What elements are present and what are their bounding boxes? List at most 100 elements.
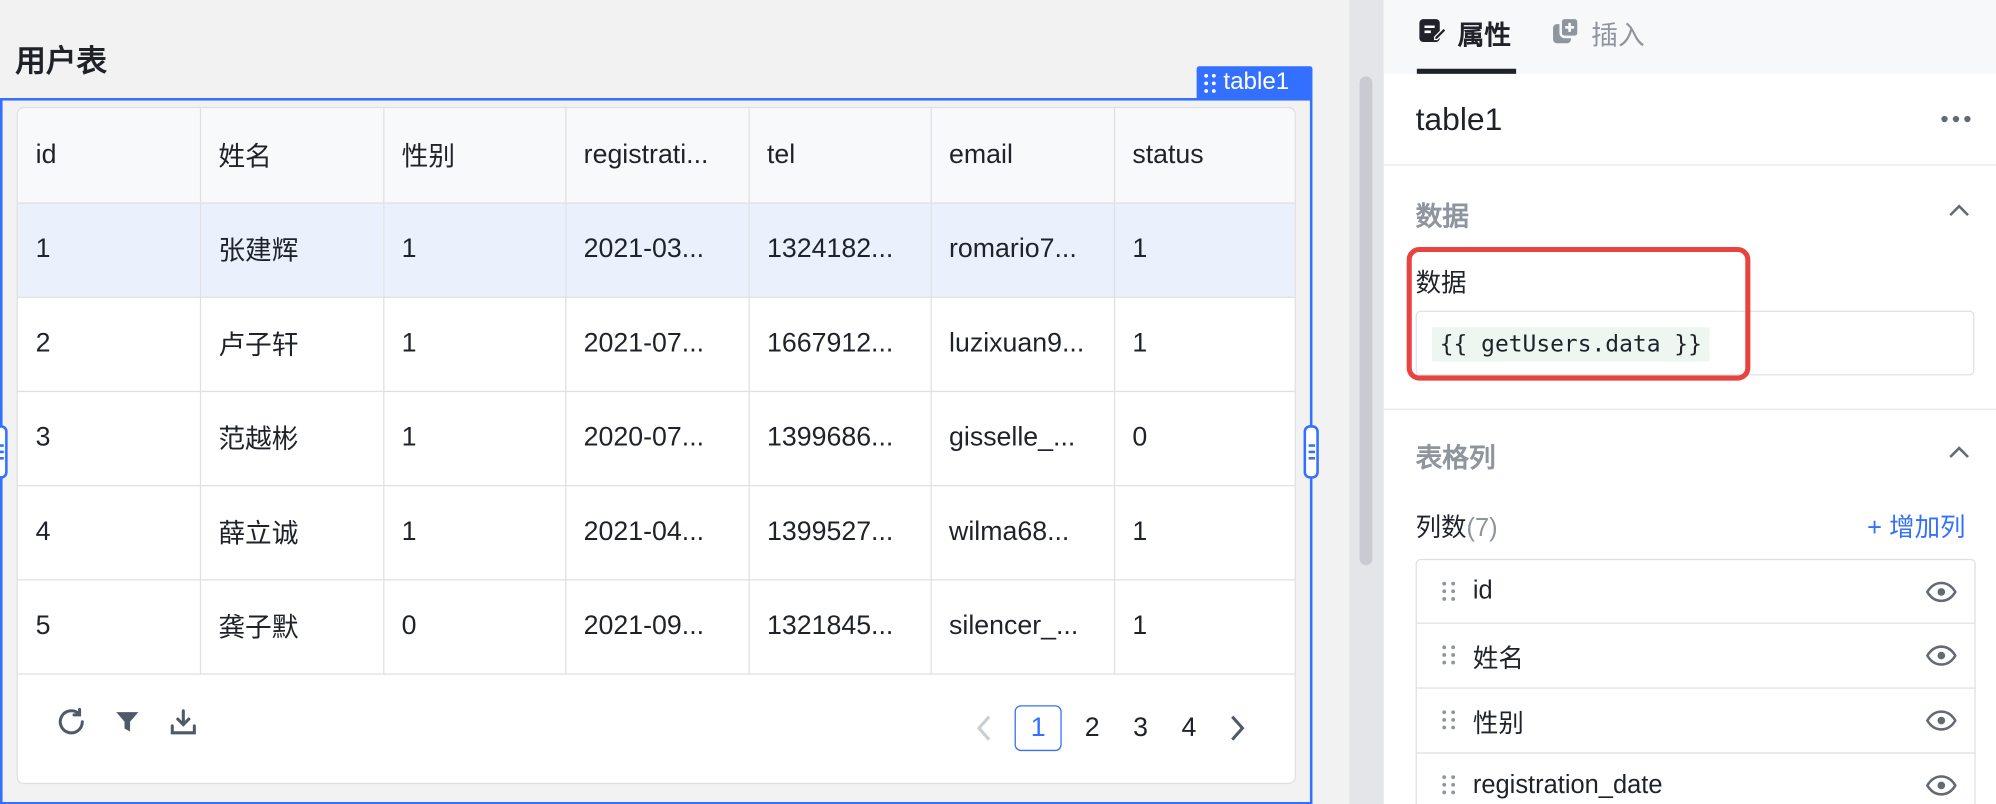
table-cell: 1667912... [748, 296, 932, 392]
panel-tabs: 属性 插入 [1383, 0, 1996, 74]
table-cell: 1 [383, 390, 566, 486]
component-name[interactable]: table1 [1416, 102, 1503, 139]
page-title: 用户表 [15, 44, 107, 79]
refresh-icon[interactable] [55, 705, 88, 738]
table-row[interactable]: 2 卢子轩 1 2021-07... 1667912... luzixuan9.… [17, 296, 1295, 392]
column-item-label: 性别 [1472, 709, 1524, 738]
canvas-scrollbar-thumb[interactable] [1359, 76, 1373, 566]
table-cell: 2021-04... [565, 485, 750, 580]
table-cell: 1 [17, 202, 201, 298]
table-cell: 1399686... [748, 390, 932, 486]
component-header: table1 [1383, 74, 1996, 166]
table-cell: silencer_... [930, 579, 1115, 675]
table-cell: 1399527... [748, 485, 932, 580]
page-button-current[interactable]: 1 [1014, 705, 1062, 752]
column-list: id 姓名 性别 registration_date [1415, 558, 1976, 804]
eye-icon[interactable] [1926, 709, 1957, 732]
table-cell: 1 [383, 202, 566, 298]
column-header[interactable]: email [930, 108, 1115, 204]
table-cell: gisselle_... [930, 390, 1115, 486]
table-cell: 0 [383, 579, 566, 675]
section-title-columns[interactable]: 表格列 [1416, 438, 1496, 476]
page-button[interactable]: 4 [1171, 705, 1207, 751]
pagination: 1 2 3 4 [966, 705, 1256, 752]
drag-handle-icon[interactable] [1442, 710, 1456, 730]
table-cell: 2021-09... [565, 579, 750, 675]
column-item[interactable]: id [1415, 558, 1976, 624]
column-item-label: 姓名 [1472, 644, 1524, 673]
column-header[interactable]: status [1113, 108, 1295, 204]
table-cell: 3 [17, 390, 201, 486]
column-header[interactable]: id [17, 108, 201, 204]
table-cell: 0 [1113, 390, 1295, 486]
table-row[interactable]: 3 范越彬 1 2020-07... 1399686... gisselle_.… [17, 390, 1295, 486]
table-cell: 1 [383, 485, 566, 580]
table-cell: 1324182... [748, 202, 932, 298]
table-row[interactable]: 5 龚子默 0 2021-09... 1321845... silencer_.… [17, 579, 1295, 675]
chevron-up-icon[interactable] [1948, 442, 1971, 465]
table-footer: 1 2 3 4 [18, 672, 1295, 783]
column-item[interactable]: registration_date [1415, 753, 1976, 804]
resize-handle-right[interactable] [1303, 425, 1319, 479]
selection-tag[interactable]: table1 [1196, 66, 1313, 100]
column-count: (7) [1466, 514, 1498, 543]
column-header[interactable]: 性别 [383, 108, 566, 204]
tab-label: 属性 [1457, 21, 1512, 51]
canvas-area: 用户表 table1 id 姓名 性别 registrati... tel em… [0, 0, 1350, 804]
eye-icon[interactable] [1926, 580, 1957, 603]
table-cell: 龚子默 [199, 579, 384, 675]
page-button[interactable]: 3 [1123, 705, 1159, 751]
table-cell: 张建辉 [199, 202, 384, 298]
eye-icon[interactable] [1926, 644, 1957, 667]
table-cell: 5 [17, 579, 201, 675]
table-row[interactable]: 1 张建辉 1 2021-03... 1324182... romario7..… [17, 202, 1295, 298]
filter-icon[interactable] [111, 705, 144, 738]
table-cell: 1 [1113, 579, 1295, 675]
table-cell: 1 [1113, 485, 1295, 580]
drag-grip-icon[interactable] [1204, 73, 1216, 93]
tab-insert[interactable]: 插入 [1551, 15, 1645, 53]
table-cell: 薛立诚 [199, 485, 384, 580]
download-icon[interactable] [167, 705, 200, 738]
eye-icon[interactable] [1926, 774, 1957, 797]
column-header[interactable]: tel [748, 108, 932, 204]
column-item[interactable]: 性别 [1415, 688, 1976, 754]
table-cell: 1321845... [748, 579, 932, 675]
prev-page-icon[interactable] [966, 705, 1002, 751]
page-button[interactable]: 2 [1074, 705, 1110, 751]
table-row[interactable]: 4 薛立诚 1 2021-04... 1399527... wilma68...… [17, 485, 1295, 580]
table-cell: 2020-07... [565, 390, 750, 486]
section-title-data[interactable]: 数据 [1416, 196, 1469, 234]
data-table[interactable]: id 姓名 性别 registrati... tel email status … [16, 106, 1296, 785]
tab-properties[interactable]: 属性 [1417, 15, 1511, 53]
table-cell: 卢子轩 [199, 296, 384, 392]
next-page-icon[interactable] [1220, 705, 1256, 751]
selection-tag-label: table1 [1223, 68, 1290, 96]
insert-icon [1551, 15, 1582, 53]
column-item-label: id [1472, 576, 1493, 605]
column-item-label: registration_date [1472, 770, 1663, 799]
drag-handle-icon[interactable] [1442, 645, 1456, 665]
chevron-up-icon[interactable] [1948, 200, 1971, 223]
resize-handle-left[interactable] [0, 425, 8, 479]
drag-handle-icon[interactable] [1442, 581, 1456, 601]
table-cell: 1 [1113, 202, 1295, 298]
table-cell: 1 [1113, 296, 1295, 392]
table-cell: 2021-03... [565, 202, 750, 298]
property-edit-icon [1417, 15, 1448, 53]
table-cell: 2 [17, 296, 201, 392]
table-cell: 范越彬 [199, 390, 384, 486]
table-cell: luzixuan9... [930, 296, 1115, 392]
column-header[interactable]: registrati... [565, 108, 750, 204]
column-count-label: 列数(7) [1415, 514, 1498, 543]
properties-panel: 属性 插入 table1 数据 数据 {{getUsers.data}} 表… [1383, 0, 1996, 804]
section-divider [1383, 408, 1996, 410]
table-cell: romario7... [930, 202, 1115, 298]
table-header-row: id 姓名 性别 registrati... tel email status [17, 108, 1295, 204]
table-cell: 2021-07... [565, 296, 750, 392]
drag-handle-icon[interactable] [1442, 775, 1456, 795]
more-options-icon[interactable] [1941, 115, 1971, 123]
add-column-button[interactable]: + 增加列 [1867, 507, 1965, 544]
column-item[interactable]: 姓名 [1415, 623, 1976, 689]
column-header[interactable]: 姓名 [199, 108, 384, 204]
